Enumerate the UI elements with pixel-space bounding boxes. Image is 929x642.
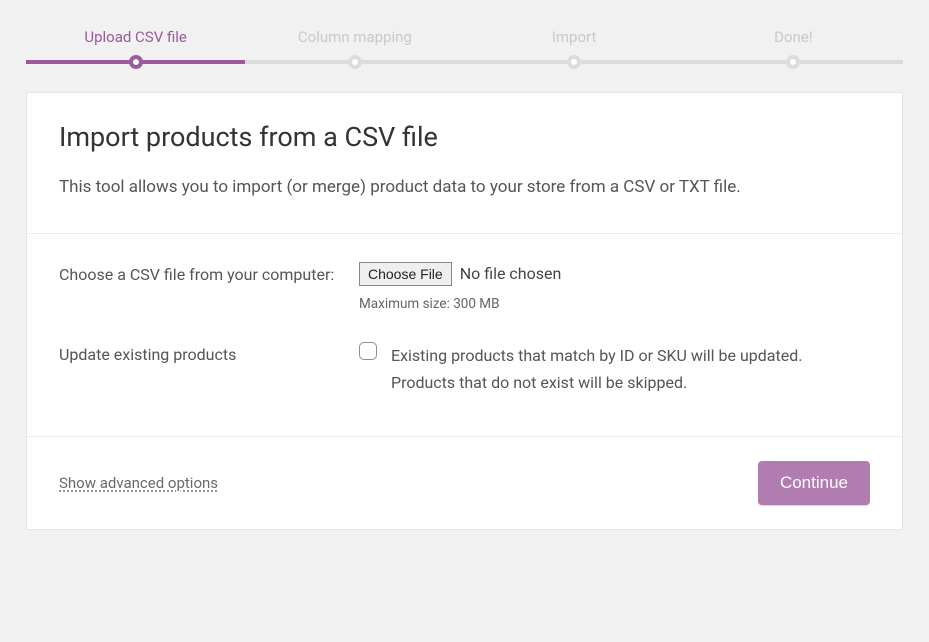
show-advanced-options-link[interactable]: Show advanced options xyxy=(59,474,218,492)
update-existing-label: Update existing products xyxy=(59,342,359,396)
file-chosen-status: No file chosen xyxy=(460,264,562,283)
file-upload-row: Choose a CSV file from your computer: Ch… xyxy=(59,262,870,312)
max-size-hint: Maximum size: 300 MB xyxy=(359,296,870,312)
import-stepper: Upload CSV file Column mapping Import Do… xyxy=(26,28,903,64)
step-dot-3 xyxy=(567,55,581,69)
import-card: Import products from a CSV file This too… xyxy=(26,92,903,530)
step-dot-2 xyxy=(348,55,362,69)
update-existing-description: Existing products that match by ID or SK… xyxy=(391,342,866,396)
update-existing-checkbox[interactable] xyxy=(359,342,377,360)
file-upload-label: Choose a CSV file from your computer: xyxy=(59,262,359,312)
stepper-track xyxy=(26,60,903,64)
step-dot-4 xyxy=(786,55,800,69)
choose-file-button[interactable]: Choose File xyxy=(359,262,452,286)
continue-button[interactable]: Continue xyxy=(758,461,870,505)
step-dot-1 xyxy=(129,55,143,69)
update-existing-row: Update existing products Existing produc… xyxy=(59,342,870,396)
page-title: Import products from a CSV file xyxy=(59,121,870,153)
page-description: This tool allows you to import (or merge… xyxy=(59,175,870,201)
